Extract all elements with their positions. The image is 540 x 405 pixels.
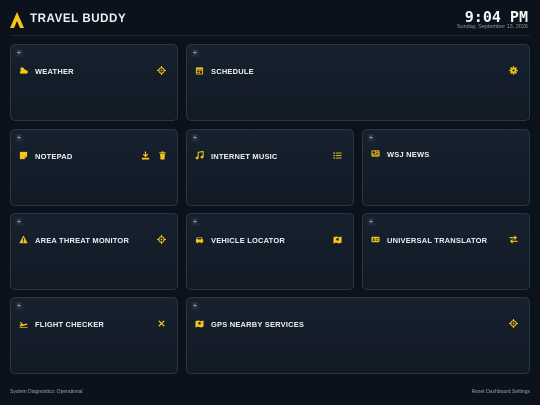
add-button[interactable]: +: [15, 302, 23, 310]
app-header: TRAVEL BUDDY 9:04 PM Sunday, September 1…: [0, 0, 540, 36]
crosshair-icon[interactable]: [157, 66, 166, 75]
schedule-card: + SCHEDULE: [186, 44, 530, 121]
note-icon: [19, 151, 28, 160]
notepad-title: NOTEPAD: [35, 152, 73, 161]
add-button[interactable]: +: [191, 302, 199, 310]
plane-icon: [19, 319, 28, 328]
reset-settings-link[interactable]: Reset Dashboard Settings: [472, 389, 530, 395]
id-card-icon: [371, 235, 380, 244]
add-button[interactable]: +: [367, 134, 375, 142]
weather-title: WEATHER: [35, 67, 74, 76]
newspaper-icon: [371, 149, 380, 158]
schedule-title: SCHEDULE: [211, 67, 254, 76]
gps-card: + GPS NEARBY SERVICES: [186, 297, 530, 374]
crosshair-icon[interactable]: [509, 319, 518, 328]
weather-card: + WEATHER: [10, 44, 178, 121]
notepad-card: + NOTEPAD: [10, 129, 178, 206]
weather-partly-cloudy-icon: [19, 66, 28, 75]
music-card: + INTERNET MUSIC: [186, 129, 354, 206]
list-icon[interactable]: [333, 151, 342, 160]
warning-icon: [19, 235, 28, 244]
music-title: INTERNET MUSIC: [211, 152, 278, 161]
crosshair-icon[interactable]: [157, 235, 166, 244]
add-button[interactable]: +: [367, 218, 375, 226]
flight-card: + FLIGHT CHECKER: [10, 297, 178, 374]
header-divider: [10, 35, 530, 36]
threat-title: AREA THREAT MONITOR: [35, 236, 130, 245]
news-card: + WSJ NEWS: [362, 129, 530, 206]
logo-icon: [10, 12, 24, 28]
music-note-icon: [195, 151, 204, 160]
add-button[interactable]: +: [191, 218, 199, 226]
map-icon: [195, 319, 204, 328]
calendar-icon: [195, 66, 204, 75]
app-title: TRAVEL BUDDY: [30, 13, 127, 25]
translator-title: UNIVERSAL TRANSLATOR: [387, 236, 488, 245]
download-icon[interactable]: [141, 151, 150, 160]
system-status: System Diagnostics: Operational: [10, 389, 83, 395]
gear-icon[interactable]: [509, 66, 518, 75]
add-button[interactable]: +: [191, 134, 199, 142]
close-icon[interactable]: [157, 319, 166, 328]
news-title: WSJ NEWS: [387, 150, 430, 159]
threat-card: + AREA THREAT MONITOR: [10, 213, 178, 290]
add-button[interactable]: +: [15, 218, 23, 226]
trash-icon[interactable]: [158, 151, 167, 160]
flight-title: FLIGHT CHECKER: [35, 320, 105, 329]
add-button[interactable]: +: [191, 49, 199, 57]
swap-icon[interactable]: [509, 235, 518, 244]
vehicle-title: VEHICLE LOCATOR: [211, 236, 285, 245]
translator-card: + UNIVERSAL TRANSLATOR: [362, 213, 530, 290]
add-button[interactable]: +: [15, 134, 23, 142]
date-label: Sunday, September 13, 2026: [456, 24, 528, 30]
gps-title: GPS NEARBY SERVICES: [211, 320, 305, 329]
car-icon: [195, 235, 204, 244]
vehicle-card: + VEHICLE LOCATOR: [186, 213, 354, 290]
add-button[interactable]: +: [15, 49, 23, 57]
map-icon[interactable]: [333, 235, 342, 244]
